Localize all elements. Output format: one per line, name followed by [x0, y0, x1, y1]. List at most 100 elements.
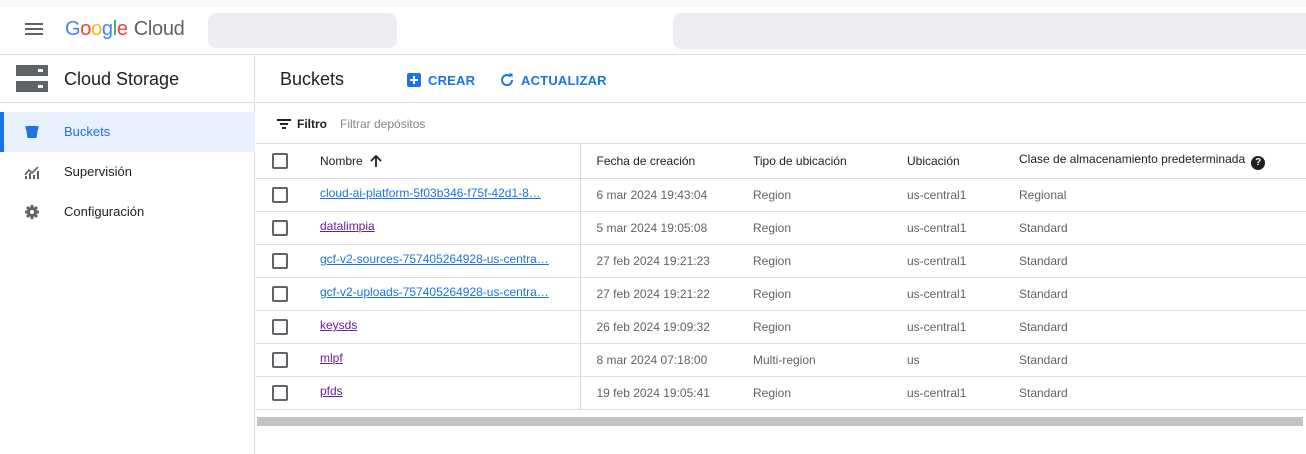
location: us-central1 [891, 310, 1003, 344]
column-header-location[interactable]: Ubicación [891, 144, 1003, 179]
row-checkbox[interactable] [272, 285, 288, 302]
bucket-name-link[interactable]: keysds [320, 318, 357, 332]
add-box-icon [407, 73, 421, 87]
bucket-name-cell: mlpf [304, 343, 581, 377]
created-date: 19 feb 2024 19:05:41 [580, 376, 737, 410]
select-all-cell [256, 144, 304, 179]
column-header-label: Clase de almacenamiento predeterminada [1019, 151, 1246, 166]
bucket-name-cell: datalimpia [304, 211, 581, 245]
refresh-button[interactable]: ACTUALIZAR [499, 70, 607, 90]
sidebar-item-buckets[interactable]: Buckets [0, 112, 255, 152]
row-checkbox[interactable] [272, 351, 288, 368]
logo-letter: o [91, 18, 102, 40]
row-checkbox-cell [256, 277, 304, 311]
bucket-name-link[interactable]: gcf-v2-uploads-757405264928-us-centra… [320, 285, 549, 299]
cloud-storage-icon [16, 65, 48, 92]
search-bar[interactable] [673, 13, 1306, 49]
bucket-name-cell: keysds [304, 310, 581, 344]
table-row: gcf-v2-uploads-757405264928-us-centra… 2… [256, 277, 1306, 311]
help-icon[interactable]: ? [1251, 155, 1266, 170]
bucket-name-link[interactable]: datalimpia [320, 219, 375, 233]
filter-input[interactable] [340, 112, 740, 136]
buckets-table: Nombre Fecha de creación Tipo de ubicaci… [256, 144, 1306, 410]
filter-bar: Filtro [256, 104, 1306, 144]
refresh-button-label: ACTUALIZAR [521, 72, 607, 88]
bucket-name-cell: cloud-ai-platform-5f03b346-f75f-42d1-8… [304, 178, 581, 212]
location-type: Region [737, 376, 891, 410]
row-checkbox[interactable] [272, 318, 288, 335]
storage-class: Standard [1003, 343, 1306, 377]
bucket-name-link[interactable]: mlpf [320, 351, 343, 365]
storage-class: Regional [1003, 178, 1306, 212]
product-header: Cloud Storage [0, 56, 255, 103]
sidebar-item-configuracion[interactable]: Configuración [0, 192, 255, 232]
table-row: datalimpia 5 mar 2024 19:05:08 Region us… [256, 211, 1306, 245]
horizontal-scrollbar[interactable] [257, 417, 1303, 426]
table-row: pfds 19 feb 2024 19:05:41 Region us-cent… [256, 376, 1306, 410]
table-row: gcf-v2-sources-757405264928-us-centra… 2… [256, 244, 1306, 278]
product-title: Cloud Storage [64, 69, 180, 89]
page-header: Buckets CREAR ACTUALIZAR [256, 56, 1306, 103]
row-checkbox[interactable] [272, 252, 288, 269]
project-selector[interactable] [208, 13, 397, 48]
created-date: 8 mar 2024 07:18:00 [580, 343, 737, 377]
location-type: Region [737, 211, 891, 245]
main-menu-button[interactable] [22, 20, 46, 42]
bucket-name-link[interactable]: cloud-ai-platform-5f03b346-f75f-42d1-8… [320, 186, 541, 200]
storage-class: Standard [1003, 211, 1306, 245]
row-checkbox-cell [256, 376, 304, 410]
created-date: 6 mar 2024 19:43:04 [580, 178, 737, 212]
bucket-icon [25, 126, 39, 138]
row-checkbox[interactable] [272, 219, 288, 236]
logo-letter: g [101, 18, 113, 40]
logo-cloud-text: Cloud [133, 18, 185, 40]
menu-icon-line [25, 23, 43, 25]
main-content: Buckets CREAR ACTUALIZAR Filtro Filtrar … [256, 56, 1306, 454]
created-date: 5 mar 2024 19:05:08 [580, 211, 737, 245]
storage-class: Standard [1003, 376, 1306, 410]
storage-class: Standard [1003, 244, 1306, 278]
table-header-row: Nombre Fecha de creación Tipo de ubicaci… [256, 144, 1306, 179]
storage-class: Standard [1003, 310, 1306, 344]
row-checkbox[interactable] [272, 384, 288, 401]
logo-letter: G [65, 18, 81, 40]
column-header-storage-class[interactable]: Clase de almacenamiento predeterminada? [1003, 144, 1306, 179]
row-checkbox[interactable] [272, 186, 288, 203]
gear-icon [25, 205, 39, 219]
sidebar: Cloud Storage Buckets Supervisión Config… [0, 56, 255, 454]
created-date: 27 feb 2024 19:21:23 [580, 244, 737, 278]
logo-letter: e [116, 18, 128, 40]
bucket-name-link[interactable]: pfds [320, 384, 343, 398]
filter-icon [277, 119, 291, 129]
bucket-name-link[interactable]: gcf-v2-sources-757405264928-us-centra… [320, 252, 549, 266]
created-date: 27 feb 2024 19:21:22 [580, 277, 737, 311]
column-header-name[interactable]: Nombre [304, 144, 581, 179]
page-title: Buckets [280, 69, 345, 89]
create-button-label: CREAR [428, 72, 476, 88]
location-type: Region [737, 178, 891, 212]
location: us-central1 [891, 277, 1003, 311]
bucket-name-cell: pfds [304, 376, 581, 410]
create-button[interactable]: CREAR [406, 70, 475, 90]
location: us-central1 [891, 211, 1003, 245]
select-all-checkbox[interactable] [272, 152, 288, 169]
sort-arrow-up-icon[interactable] [369, 154, 383, 168]
column-header-location-type[interactable]: Tipo de ubicación [737, 144, 891, 179]
row-checkbox-cell [256, 244, 304, 278]
filter-label: Filtro [297, 117, 327, 131]
row-checkbox-cell [256, 211, 304, 245]
menu-icon-line [25, 28, 43, 30]
sidebar-item-supervision[interactable]: Supervisión [0, 152, 255, 192]
refresh-icon [501, 73, 514, 87]
table-row: cloud-ai-platform-5f03b346-f75f-42d1-8… … [256, 178, 1306, 212]
row-checkbox-cell [256, 310, 304, 344]
row-checkbox-cell [256, 178, 304, 212]
location-type: Region [737, 310, 891, 344]
location: us-central1 [891, 244, 1003, 278]
column-header-date[interactable]: Fecha de creación [580, 144, 737, 179]
location-type: Region [737, 244, 891, 278]
sidebar-item-label: Supervisión [64, 164, 132, 179]
bucket-name-cell: gcf-v2-uploads-757405264928-us-centra… [304, 277, 581, 311]
table-row: mlpf 8 mar 2024 07:18:00 Multi-region us… [256, 343, 1306, 377]
google-cloud-logo[interactable]: Google Cloud [65, 18, 185, 41]
